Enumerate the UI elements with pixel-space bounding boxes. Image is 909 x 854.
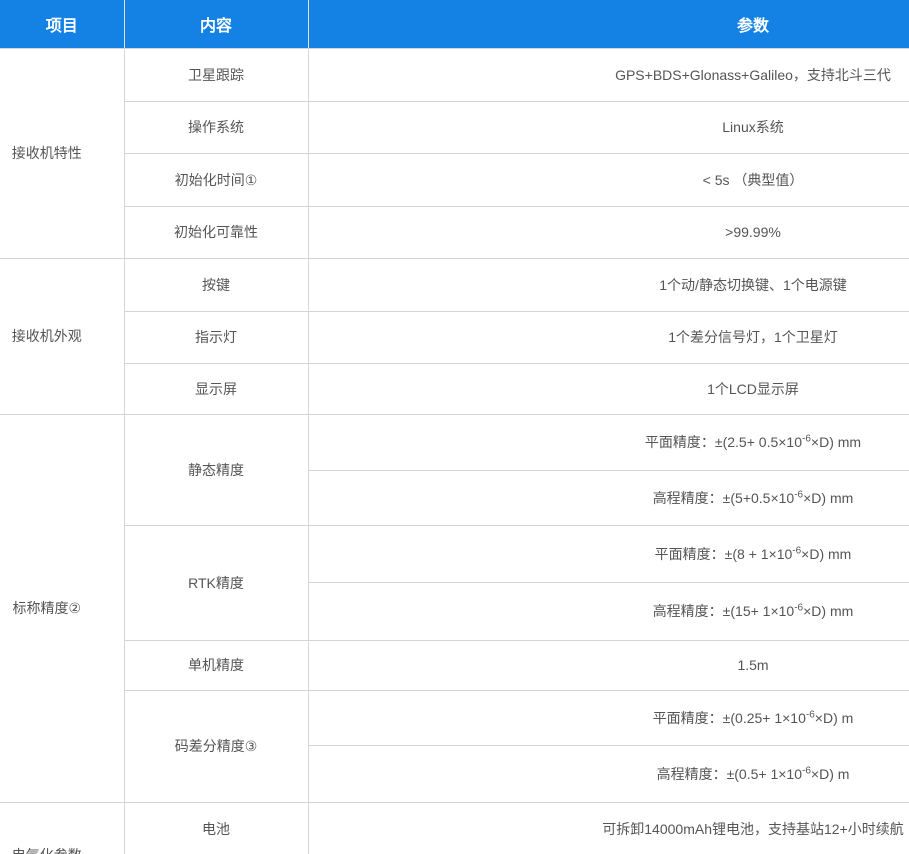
content-cell: 单机精度: [124, 640, 308, 690]
param-text: 高程精度：±(5+0.5×10: [653, 490, 795, 506]
param-text: 平面精度：±(2.5+ 0.5×10: [645, 434, 802, 450]
content-cell: 静态精度: [124, 414, 308, 525]
param-cell: 平面精度：±(8 + 1×10-6×D) mm: [308, 525, 909, 582]
param-cell: >99.99%: [308, 206, 909, 258]
param-cell: 1个LCD显示屏: [308, 363, 909, 414]
content-cell: RTK精度: [124, 525, 308, 640]
table-row: 码差分精度③ 平面精度：±(0.25+ 1×10-6×D) m: [0, 690, 909, 745]
header-cell-content: 内容: [124, 0, 308, 48]
param-text: ×D) m: [811, 766, 850, 782]
param-cell: 平面精度：±(0.25+ 1×10-6×D) m: [308, 690, 909, 745]
content-cell: 初始化可靠性: [124, 206, 308, 258]
param-superscript: -6: [794, 602, 803, 613]
param-text: 高程精度：±(0.5+ 1×10: [657, 766, 802, 782]
spec-table-viewport: 项目 内容 参数 接收机特性 卫星跟踪 GPS+BDS+Glonass+Gali…: [0, 0, 909, 854]
table-row: 显示屏 1个LCD显示屏: [0, 363, 909, 414]
param-superscript: -6: [806, 709, 815, 720]
table-row: 接收机外观 按键 1个动/静态切换键、1个电源键: [0, 258, 909, 311]
param-cell: Linux系统: [308, 101, 909, 153]
table-row: 电气化参数 电池 可拆卸14000mAh锂电池，支持基站12+小时续航: [0, 802, 909, 854]
param-cell: 平面精度：±(2.5+ 0.5×10-6×D) mm: [308, 414, 909, 470]
table-row: 指示灯 1个差分信号灯，1个卫星灯: [0, 311, 909, 363]
section-cell-nominal-accuracy: 标称精度②: [0, 414, 124, 802]
param-text: 平面精度：±(0.25+ 1×10: [653, 710, 806, 726]
param-superscript: -6: [802, 765, 811, 776]
param-text: 平面精度：±(8 + 1×10: [655, 546, 793, 562]
content-cell: 初始化时间①: [124, 153, 308, 206]
table-row: 初始化可靠性 >99.99%: [0, 206, 909, 258]
param-cell: 高程精度：±(15+ 1×10-6×D) mm: [308, 582, 909, 640]
table-row: 单机精度 1.5m: [0, 640, 909, 690]
header-cell-item: 项目: [0, 0, 124, 48]
table-row: 接收机特性 卫星跟踪 GPS+BDS+Glonass+Galileo，支持北斗三…: [0, 48, 909, 101]
section-cell-receiver-appearance: 接收机外观: [0, 258, 124, 414]
content-cell: 指示灯: [124, 311, 308, 363]
table-row: 标称精度② 静态精度 平面精度：±(2.5+ 0.5×10-6×D) mm: [0, 414, 909, 470]
header-row: 项目 内容 参数: [0, 0, 909, 48]
content-cell: 卫星跟踪: [124, 48, 308, 101]
param-text: 高程精度：±(15+ 1×10: [653, 603, 795, 619]
param-cell: 高程精度：±(5+0.5×10-6×D) mm: [308, 470, 909, 525]
param-superscript: -6: [802, 433, 811, 444]
content-cell: 操作系统: [124, 101, 308, 153]
spec-table: 项目 内容 参数 接收机特性 卫星跟踪 GPS+BDS+Glonass+Gali…: [0, 0, 909, 854]
param-cell: < 5s （典型值）: [308, 153, 909, 206]
param-superscript: -6: [792, 545, 801, 556]
content-cell: 电池: [124, 802, 308, 854]
param-text: ×D) mm: [811, 434, 861, 450]
table-row: 初始化时间① < 5s （典型值）: [0, 153, 909, 206]
param-text: ×D) mm: [803, 490, 853, 506]
param-superscript: -6: [794, 489, 803, 500]
content-cell: 码差分精度③: [124, 690, 308, 802]
param-text: ×D) mm: [803, 603, 853, 619]
table-row: RTK精度 平面精度：±(8 + 1×10-6×D) mm: [0, 525, 909, 582]
param-cell: 1个动/静态切换键、1个电源键: [308, 258, 909, 311]
table-row: 操作系统 Linux系统: [0, 101, 909, 153]
param-text: ×D) m: [815, 710, 854, 726]
param-cell: 1.5m: [308, 640, 909, 690]
content-cell: 按键: [124, 258, 308, 311]
param-cell: 1个差分信号灯，1个卫星灯: [308, 311, 909, 363]
param-cell: GPS+BDS+Glonass+Galileo，支持北斗三代: [308, 48, 909, 101]
section-cell-receiver-features: 接收机特性: [0, 48, 124, 258]
header-cell-param: 参数: [308, 0, 909, 48]
param-cell: 可拆卸14000mAh锂电池，支持基站12+小时续航: [308, 802, 909, 854]
param-cell: 高程精度：±(0.5+ 1×10-6×D) m: [308, 745, 909, 802]
param-text: ×D) mm: [801, 546, 851, 562]
content-cell: 显示屏: [124, 363, 308, 414]
section-cell-electrical-params: 电气化参数: [0, 802, 124, 854]
